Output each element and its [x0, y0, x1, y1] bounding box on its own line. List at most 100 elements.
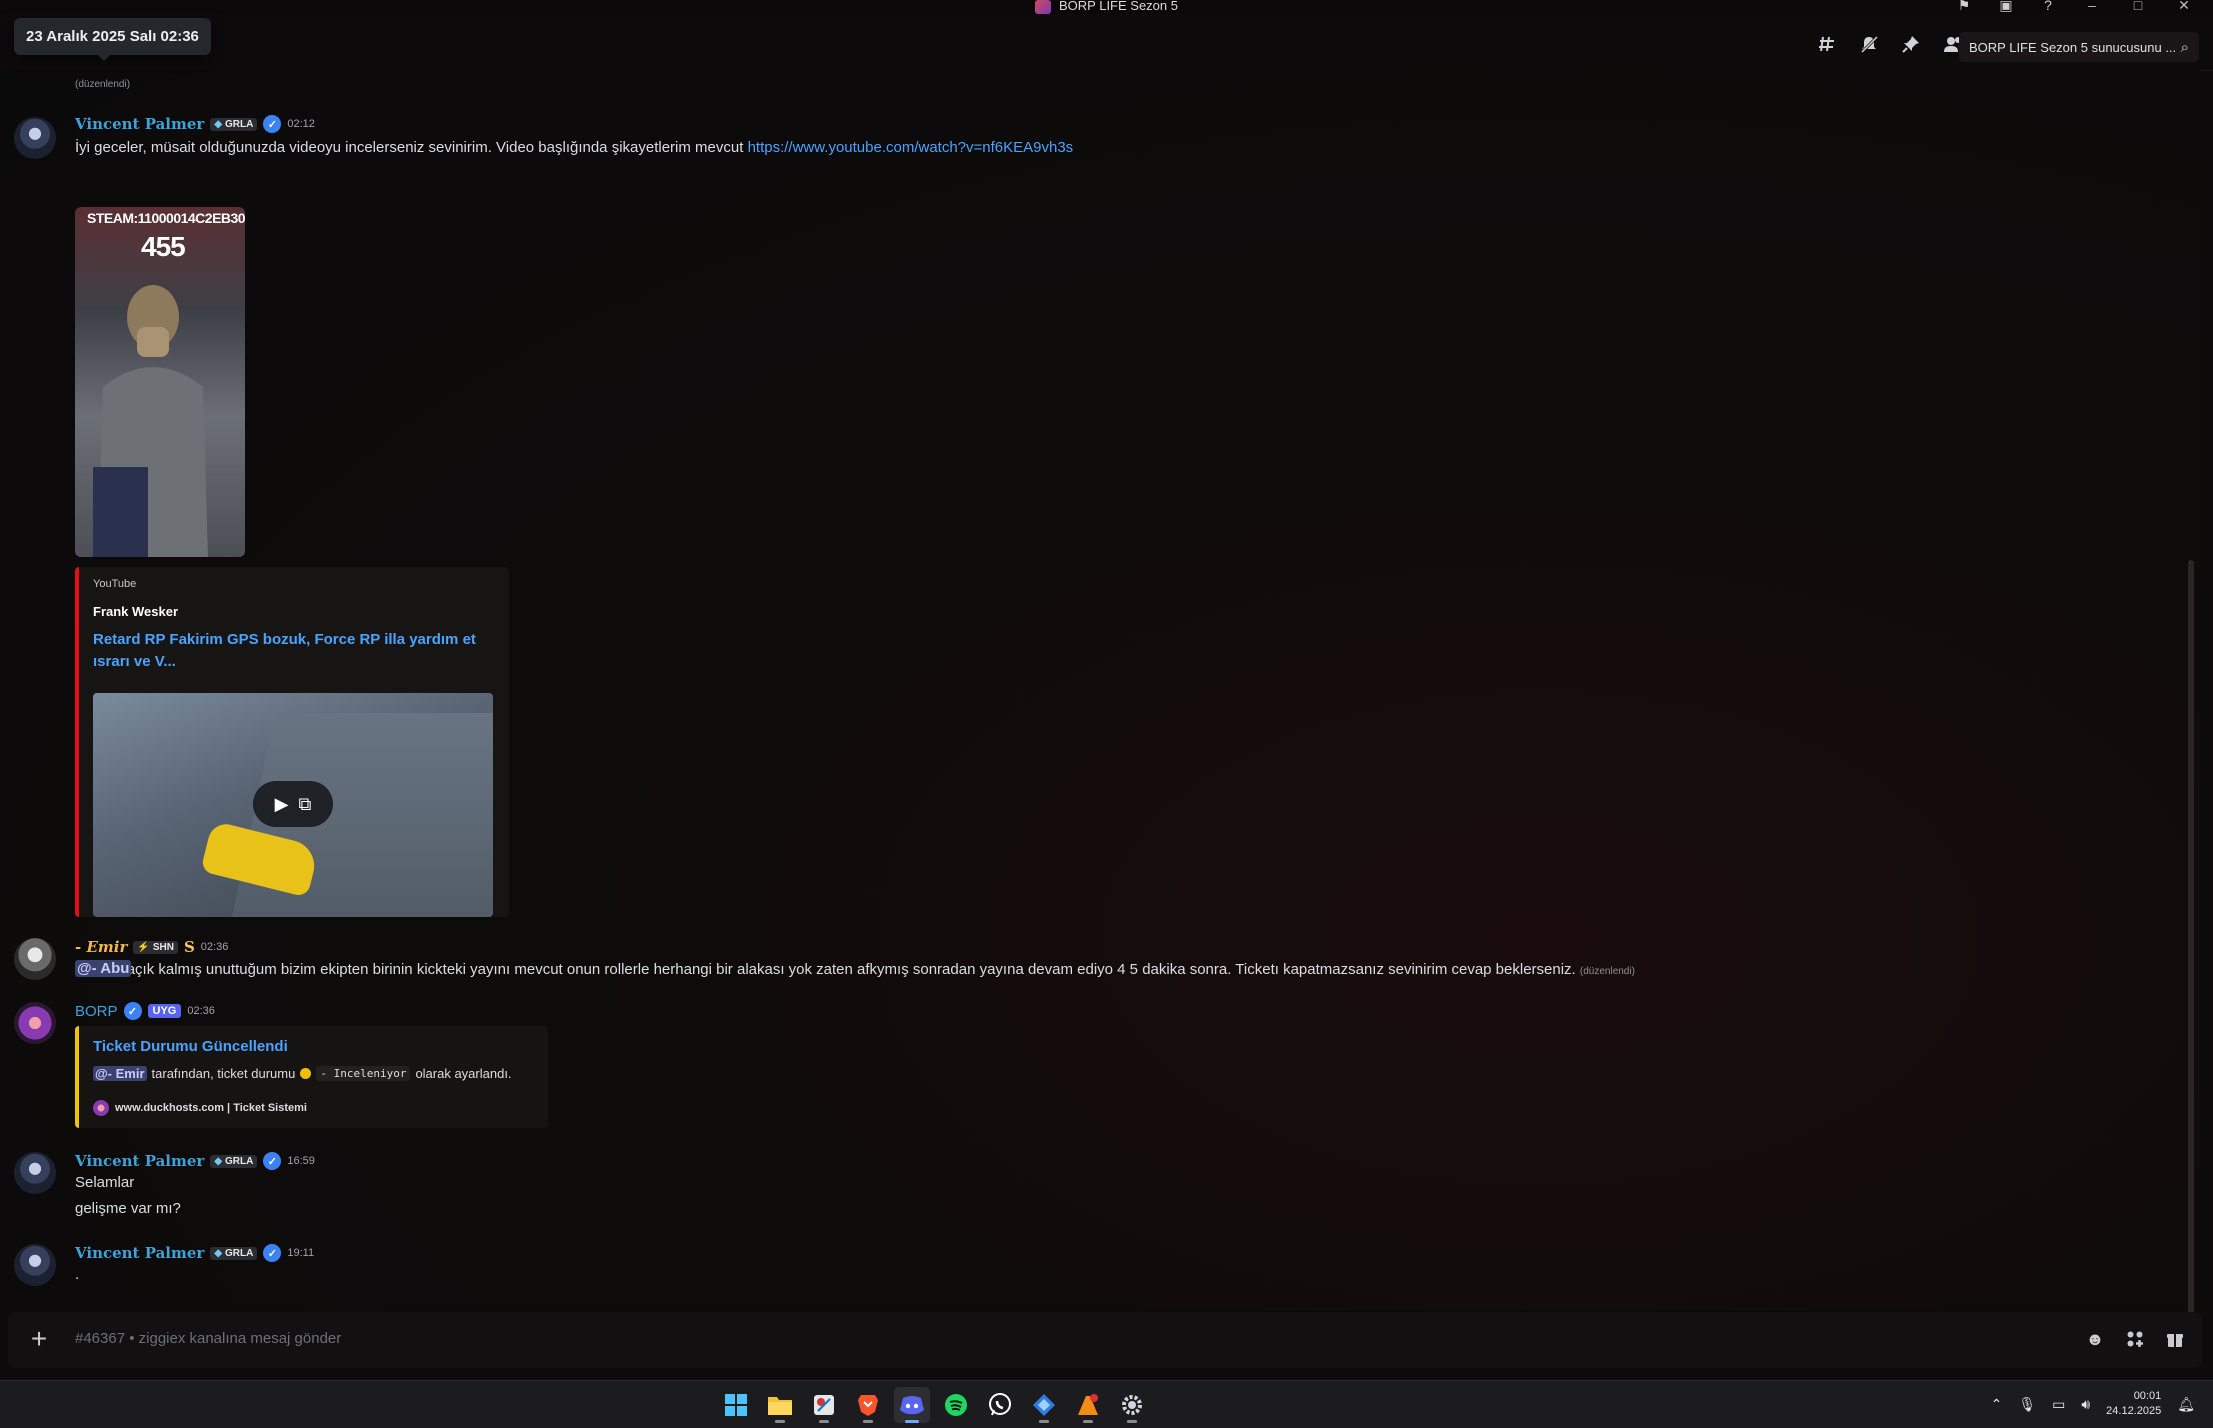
embed-provider[interactable]: YouTube — [93, 578, 136, 590]
play-button[interactable]: ▶ ⧉ — [253, 781, 333, 827]
add-attachment-button[interactable]: + — [24, 1325, 54, 1355]
apps-icon[interactable] — [2124, 1328, 2146, 1350]
spotify-icon[interactable] — [938, 1387, 974, 1423]
timestamp[interactable]: 19:11 — [287, 1247, 314, 1259]
clock[interactable]: 00:01 24.12.2025 — [2106, 1389, 2161, 1419]
taskbar-apps — [718, 1387, 1150, 1423]
mute-icon[interactable] — [1859, 34, 1879, 54]
timestamp[interactable]: 02:36 — [201, 941, 229, 953]
message-header: BORP ✓ UYG 02:36 — [75, 1002, 215, 1020]
verified-icon: ✓ — [123, 1002, 142, 1020]
message-header: Vincent Palmer ◆ GRLA ✓ 19:11 — [75, 1244, 314, 1262]
message-header: - Emir ⚡ SHN S 02:36 — [75, 938, 228, 956]
title-bar-icons: ⚑ ▣ ? – □ ✕ — [1955, 0, 2213, 14]
search-icon: ⌕ — [2180, 38, 2189, 56]
avatar[interactable] — [14, 1244, 56, 1286]
inbox-icon[interactable]: ▣ — [1997, 0, 2015, 14]
video-thumbnail[interactable]: ▶ ⧉ — [93, 693, 493, 917]
user-mention[interactable]: @- Emir — [93, 1066, 147, 1081]
network-icon[interactable]: ▭ — [2052, 1396, 2065, 1413]
discord-icon[interactable] — [894, 1387, 930, 1423]
youtube-link[interactable]: https://www.youtube.com/watch?v=nf6KEA9v… — [748, 139, 1074, 156]
verified-icon: ✓ — [263, 1244, 282, 1262]
message-input[interactable]: #46367 • ziggiex kanalına mesaj gönder — [75, 1330, 341, 1347]
notification-icon[interactable]: 🔔︎ — [2177, 1396, 2195, 1413]
open-external-icon: ⧉ — [298, 793, 312, 814]
youtube-embed: YouTube Frank Wesker Retard RP Fakirim G… — [75, 567, 509, 917]
image-attachment[interactable]: STEAM:11000014C2EB300 455 — [75, 207, 245, 557]
embed-author[interactable]: Frank Wesker — [93, 604, 178, 619]
edited-label: (düzenlendi) — [75, 79, 131, 90]
username[interactable]: - Emir — [75, 938, 127, 956]
app-tag: UYG — [147, 1004, 182, 1018]
scrollbar-thumb[interactable] — [2188, 560, 2194, 1355]
minimize-button[interactable]: – — [2081, 0, 2103, 13]
play-icon: ▶ — [274, 793, 289, 814]
role-tag[interactable]: ◆ GRLA — [210, 1246, 258, 1260]
username[interactable]: Vincent Palmer — [75, 1152, 204, 1170]
microphone-icon[interactable]: 🎙︎ — [2018, 1396, 2036, 1413]
flag-icon[interactable]: ⚑ — [1955, 0, 1973, 14]
role-tag[interactable]: ◆ GRLA — [210, 1154, 258, 1168]
app-icon[interactable] — [1026, 1387, 1062, 1423]
volume-icon[interactable]: 🔊︎ — [2081, 1396, 2090, 1413]
embed-title: Ticket Durumu Güncellendi — [93, 1038, 288, 1055]
embed-description: @- Emir tarafından, ticket durumu - Ince… — [93, 1066, 512, 1081]
steam-id-text: STEAM:11000014C2EB300 — [87, 210, 245, 226]
snipping-tool-icon[interactable] — [806, 1387, 842, 1423]
timestamp[interactable]: 02:36 — [187, 1005, 215, 1017]
threads-icon[interactable] — [1817, 34, 1837, 54]
timestamp[interactable]: 16:59 — [287, 1155, 315, 1167]
message-header: Vincent Palmer ◆ GRLA ✓ 16:59 — [75, 1152, 315, 1170]
timestamp-tooltip: 23 Aralık 2025 Salı 02:36 — [14, 18, 211, 61]
close-button[interactable]: ✕ — [2173, 0, 2195, 14]
avatar[interactable] — [14, 117, 56, 159]
username[interactable]: BORP — [75, 1003, 118, 1020]
window-title: BORP LIFE Sezon 5 — [0, 0, 2213, 14]
emoji-icon[interactable]: ☻ — [2084, 1328, 2106, 1350]
brave-icon[interactable] — [850, 1387, 886, 1423]
search-input[interactable]: BORP LIFE Sezon 5 sunucusunu ... ⌕ — [1959, 32, 2199, 62]
title-bar: BORP LIFE Sezon 5 ⚑ ▣ ? – □ ✕ — [0, 0, 2213, 14]
verified-icon: ✓ — [263, 115, 282, 133]
app-icon[interactable] — [1070, 1387, 1106, 1423]
embed-title[interactable]: Retard RP Fakirim GPS bozuk, Force RP il… — [93, 629, 483, 673]
message-text: gelişme var mı? — [75, 1200, 181, 1217]
gift-icon[interactable] — [2164, 1328, 2186, 1350]
message-list[interactable]: (düzenlendi) Vincent Palmer ◆ GRLA ✓ 02:1… — [0, 70, 2200, 1355]
lightning-icon: ⚡ — [137, 941, 150, 953]
message-text: Arkada açık kalmış unuttuğum bizim ekipt… — [75, 961, 1635, 978]
avatar[interactable] — [14, 938, 56, 980]
role-tag[interactable]: ⚡ SHN — [133, 940, 178, 954]
status-code: - Inceleniyor — [316, 1066, 411, 1081]
timestamp[interactable]: 02:12 — [287, 118, 315, 130]
channel-header: BORP LIFE Sezon 5 sunucusunu ... ⌕ — [0, 14, 2213, 71]
pin-icon[interactable] — [1901, 34, 1921, 54]
username[interactable]: Vincent Palmer — [75, 1244, 204, 1262]
edited-label: (düzenlendi) — [1579, 966, 1635, 977]
message-composer: + #46367 • ziggiex kanalına mesaj gönder… — [8, 1312, 2202, 1368]
user-mention[interactable]: @- Abu — [75, 960, 132, 977]
overlay-number: 455 — [141, 231, 186, 262]
diamond-icon: ◆ — [214, 1247, 223, 1259]
role-tag[interactable]: ◆ GRLA — [210, 117, 258, 131]
role-badge: S — [183, 938, 195, 956]
username[interactable]: Vincent Palmer — [75, 115, 204, 133]
whatsapp-icon[interactable] — [982, 1387, 1018, 1423]
ticket-embed: Ticket Durumu Güncellendi @- Emir tarafı… — [75, 1026, 548, 1128]
system-tray: ⌃ 🎙︎ ▭ 🔊︎ 00:01 24.12.2025 🔔︎ — [1991, 1389, 2195, 1419]
chevron-up-icon[interactable]: ⌃ — [1991, 1396, 2003, 1413]
help-icon[interactable]: ? — [2039, 0, 2057, 14]
settings-icon[interactable] — [1114, 1387, 1150, 1423]
avatar[interactable] — [14, 1152, 56, 1194]
server-icon — [1035, 0, 1051, 14]
embed-footer: www.duckhosts.com | Ticket Sistemi — [93, 1100, 307, 1116]
maximize-button[interactable]: □ — [2127, 0, 2149, 13]
windows-start-icon[interactable] — [718, 1387, 754, 1423]
diamond-icon: ◆ — [214, 118, 223, 130]
avatar[interactable] — [14, 1002, 56, 1044]
message-text: İyi geceler, müsait olduğunuzda videoyu … — [75, 139, 1074, 156]
file-explorer-icon[interactable] — [762, 1387, 798, 1423]
message-header: Vincent Palmer ◆ GRLA ✓ 02:12 — [75, 115, 315, 133]
message-text: Selamlar — [75, 1174, 135, 1191]
